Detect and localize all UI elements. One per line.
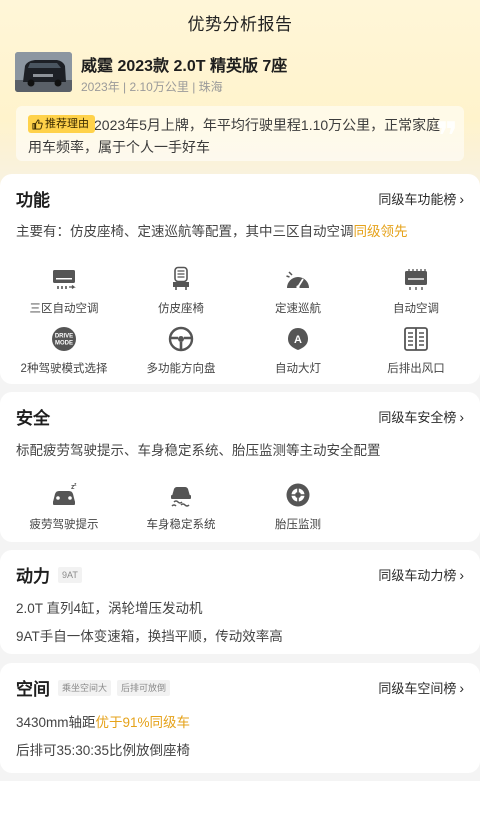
svg-text:z: z [74,482,77,488]
feature-auto-ac[interactable]: 自动空调 [366,266,466,316]
svg-text:MODE: MODE [55,341,73,347]
feature-label: 三区自动空调 [29,303,99,315]
function-desc-text: 主要有：仿皮座椅、定速巡航等配置，其中三区自动空调 [16,224,354,239]
space-line-1: 3430mm轴距优于91%同级车 [16,711,190,731]
car-meta: 2023年 | 2.10万公里 | 珠海 [81,78,223,95]
safety-title: 安全 [16,409,50,428]
space-card: 空间 乘坐空间大 后排可放倒 同级车空间榜 › 3430mm轴距优于91%同级车 … [0,663,480,773]
svg-text:A: A [294,334,302,346]
feature-steering-wheel[interactable]: 多功能方向盘 [131,326,231,376]
van-image [15,52,72,92]
drive-mode-icon: DRIVE MODE [52,327,76,351]
feature-label: 自动空调 [393,303,439,315]
recommend-tag: 推荐理由 [28,115,95,133]
feature-label: 疲劳驾驶提示 [29,519,99,531]
meta-separator: | [188,80,199,94]
chevron-right-icon: › [459,191,464,207]
feature-rear-vent[interactable]: 后排出风口 [366,326,466,376]
seat-icon [173,266,189,290]
safety-card: 安全 同级车安全榜 › 标配疲劳驾驶提示、车身稳定系统、胎压监测等主动安全配置 z… [0,392,480,542]
power-tags: 9AT [58,567,82,583]
safety-desc: 标配疲劳驾驶提示、车身稳定系统、胎压监测等主动安全配置 [16,443,381,458]
feature-leather-seat[interactable]: 仿皮座椅 [131,266,231,316]
svg-text:DRIVE: DRIVE [55,334,73,340]
thumbs-up-icon [32,118,43,130]
feature-tire-pressure[interactable]: 胎压监测 [248,482,348,532]
meta-separator: | [119,80,130,94]
space-line-2: 后排可35:30:35比例放倒座椅 [16,743,191,758]
car-thumbnail[interactable] [15,52,72,92]
feature-label: 车身稳定系统 [146,519,216,531]
car-year: 2023年 [81,80,120,94]
feature-drive-mode[interactable]: DRIVE MODE 2种驾驶模式选择 [14,326,114,376]
safety-rank-label: 同级车安全榜 [378,410,457,425]
power-rank-link[interactable]: 同级车动力榜 › [378,565,464,584]
space-tag: 乘坐空间大 [58,680,112,696]
feature-three-zone-ac[interactable]: 三区自动空调 [14,266,114,316]
power-line-1: 2.0T 直列4缸，涡轮增压发动机 [16,601,203,616]
feature-label: 多功能方向盘 [146,363,216,375]
feature-label: 2种驾驶模式选择 [20,363,108,375]
function-title: 功能 [16,191,50,210]
chevron-right-icon: › [459,680,464,696]
space-title: 空间 [16,680,50,699]
feature-label: 自动大灯 [275,363,321,375]
quote-decoration-icon: ❞ [435,116,458,158]
feature-auto-headlight[interactable]: A 自动大灯 [248,326,348,376]
auto-ac-icon [405,269,427,290]
function-rank-label: 同级车功能榜 [378,192,457,207]
stability-control-icon [171,487,191,507]
function-desc: 主要有：仿皮座椅、定速巡航等配置，其中三区自动空调同级领先 [16,220,408,240]
air-conditioner-icon [53,270,76,289]
steering-wheel-icon [168,326,194,352]
cruise-control-icon [286,271,309,289]
fatigue-driving-icon: z z [53,482,77,505]
auto-headlight-icon: A [288,328,308,350]
power-tag: 9AT [58,567,82,583]
rear-vent-icon [404,327,428,351]
car-name: 威霆 2023款 2.0T 精英版 7座 [81,58,288,75]
power-title: 动力 [16,567,50,586]
safety-rank-link[interactable]: 同级车安全榜 › [378,407,464,426]
recommend-tag-label: 推荐理由 [45,118,89,130]
feature-label: 后排出风口 [387,363,445,375]
feature-cruise-control[interactable]: 定速巡航 [248,266,348,316]
space-highlight: 优于91%同级车 [95,715,191,730]
chevron-right-icon: › [459,409,464,425]
feature-label: 仿皮座椅 [158,303,204,315]
bottom-area [0,781,480,815]
space-rank-label: 同级车空间榜 [378,681,457,696]
feature-label: 胎压监测 [275,519,321,531]
feature-stability-control[interactable]: 车身稳定系统 [131,482,231,532]
space-rank-link[interactable]: 同级车空间榜 › [378,678,464,697]
recommend-box: 2023年5月上牌，年平均行驶里程1.10万公里，正常家庭用车频率，属于个人一手… [16,106,464,161]
page-title: 优势分析报告 [187,15,293,34]
power-rank-label: 同级车动力榜 [378,568,457,583]
power-card: 动力 9AT 同级车动力榜 › 2.0T 直列4缸，涡轮增压发动机 9AT手自一体… [0,550,480,654]
feature-label: 定速巡航 [275,303,321,315]
space-tags: 乘坐空间大 后排可放倒 [58,680,171,696]
car-mileage: 2.10万公里 [129,80,189,94]
chevron-right-icon: › [459,567,464,583]
space-wheelbase: 3430mm轴距 [16,715,96,730]
tire-pressure-icon [286,483,310,507]
power-line-2: 9AT手自一体变速箱，换挡平顺，传动效率高 [16,629,283,644]
function-rank-link[interactable]: 同级车功能榜 › [378,189,464,208]
function-desc-highlight: 同级领先 [353,224,408,239]
feature-fatigue-driving[interactable]: z z 疲劳驾驶提示 [14,482,114,532]
function-card: 功能 同级车功能榜 › 主要有：仿皮座椅、定速巡航等配置，其中三区自动空调同级领先… [0,174,480,384]
car-city: 珠海 [198,80,223,94]
space-tag: 后排可放倒 [117,680,171,696]
